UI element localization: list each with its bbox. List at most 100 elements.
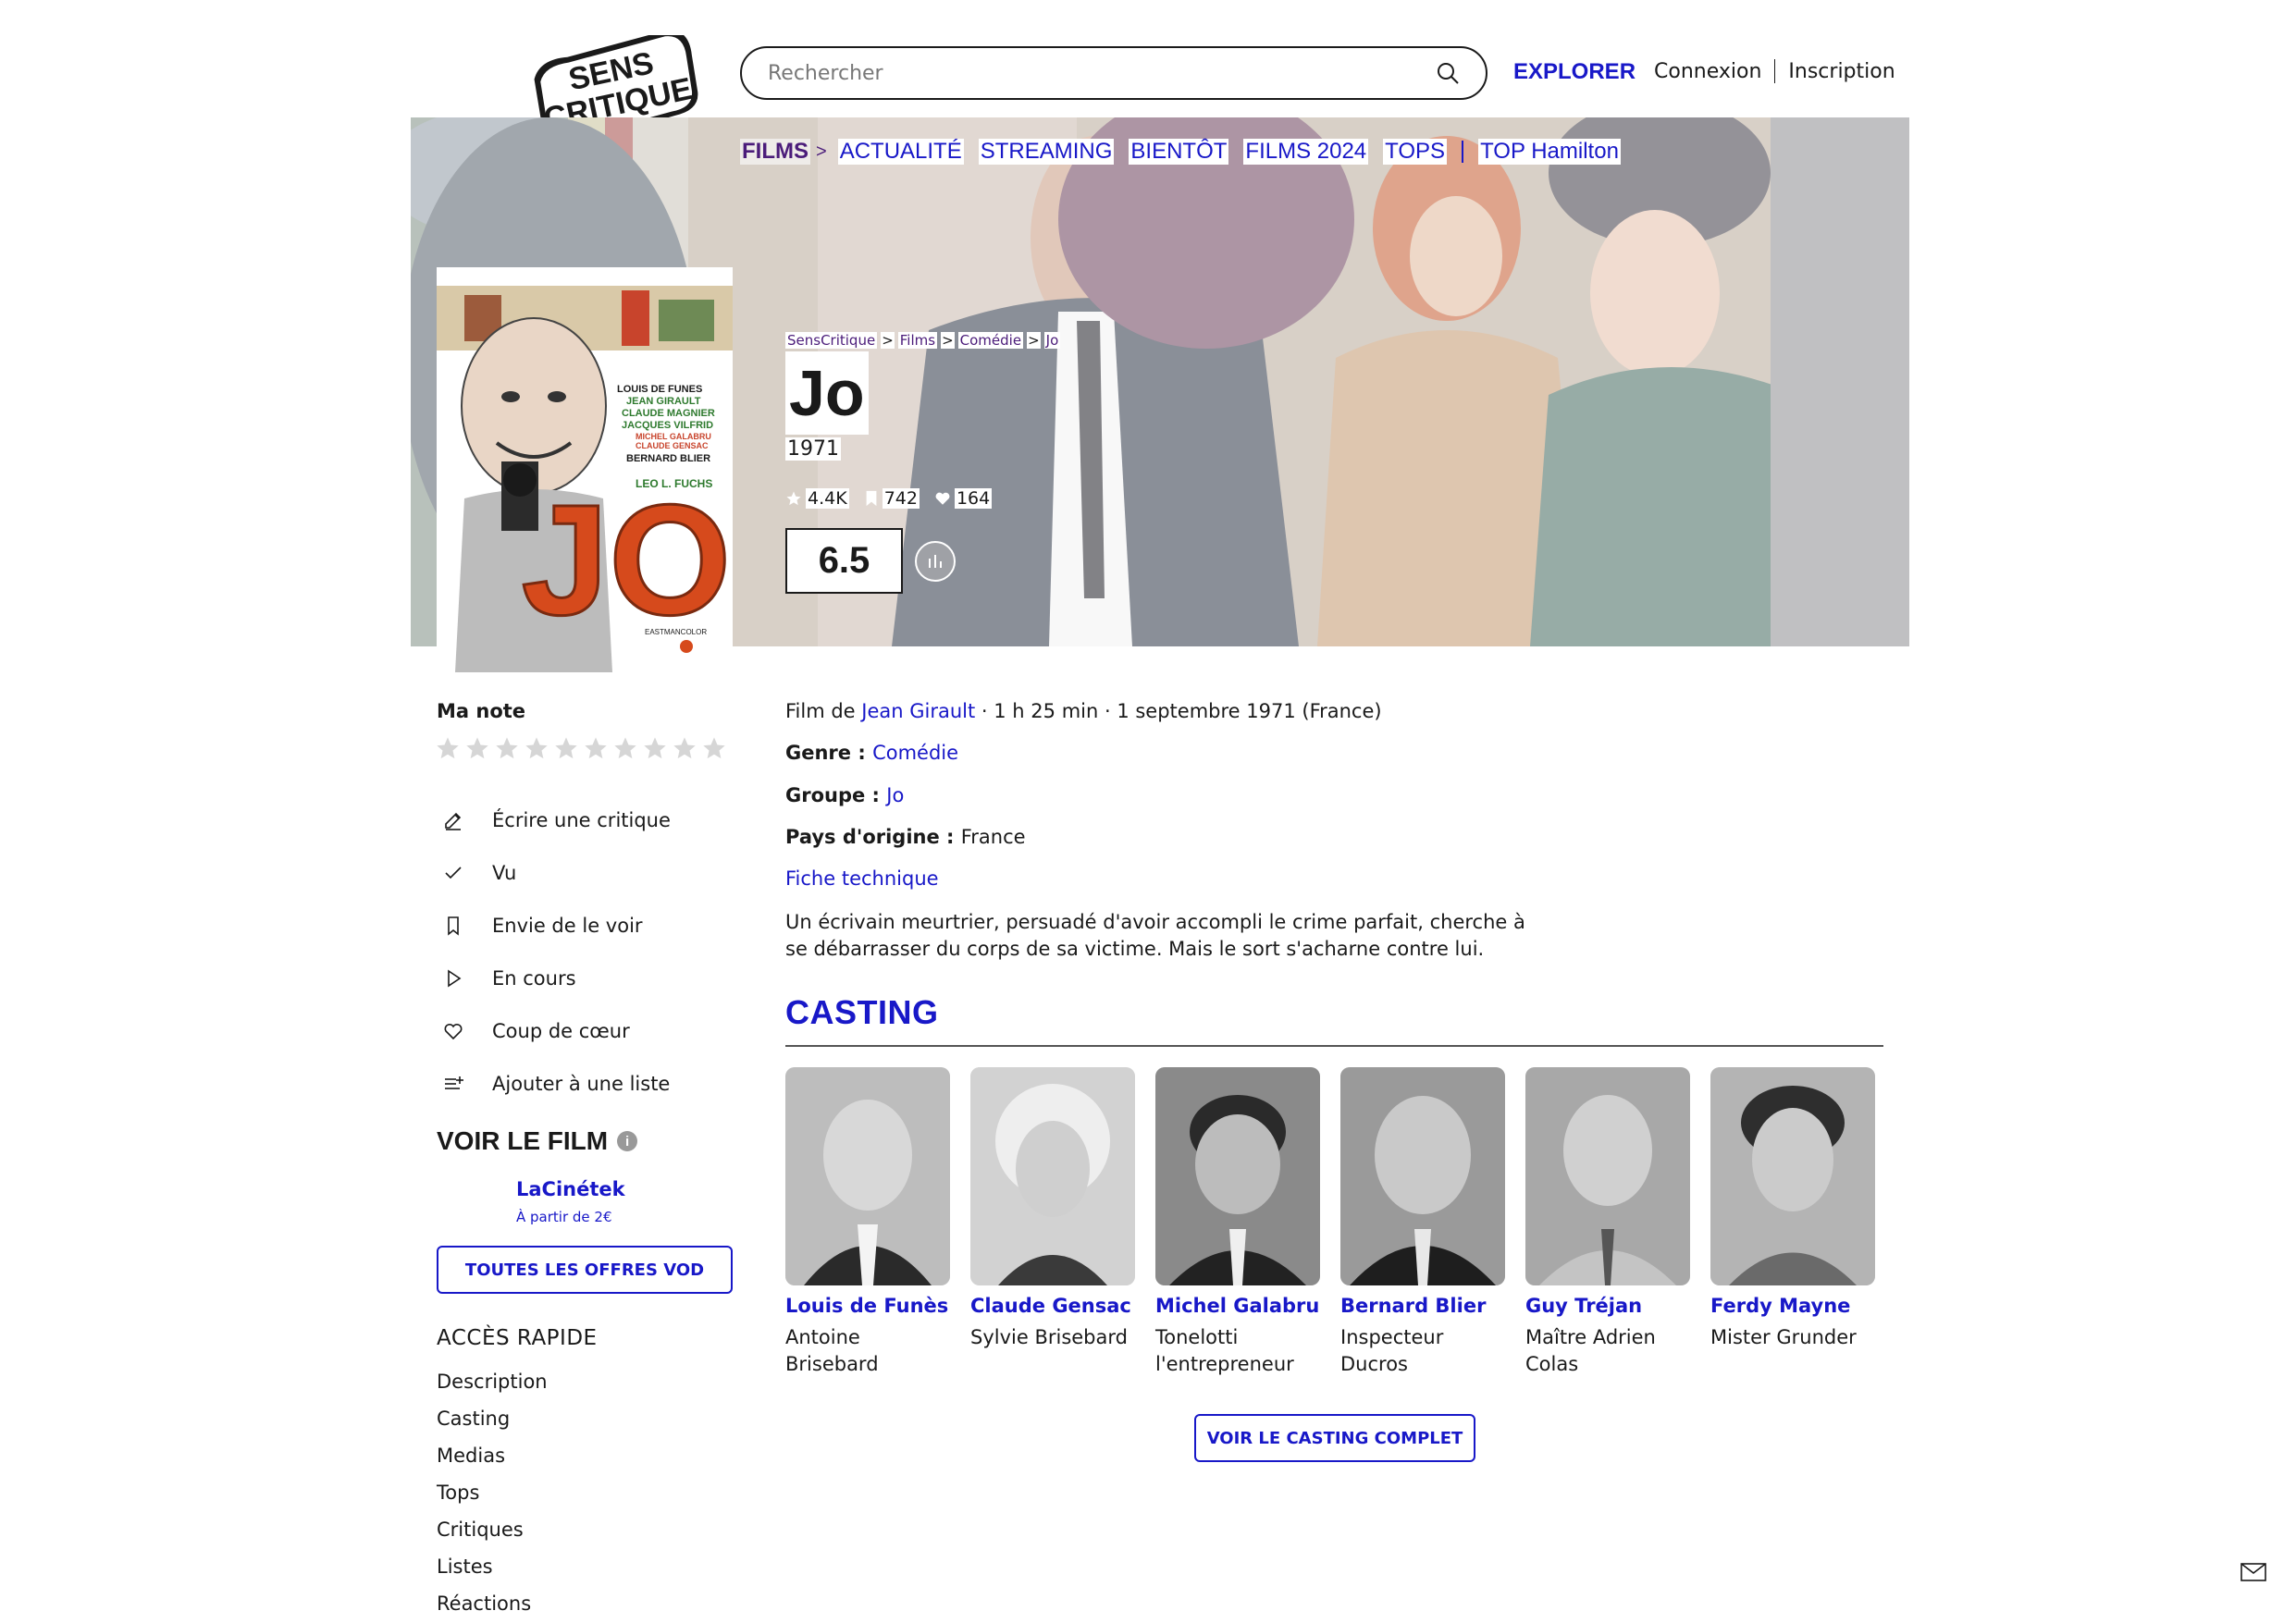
wishlist-count-value: 742 [882,488,920,509]
quick-access-tops[interactable]: Tops [437,1478,548,1515]
rating-distribution-button[interactable] [915,541,956,582]
breadcrumb-jo[interactable]: Jo [1043,332,1061,349]
actor-photo[interactable] [1525,1067,1690,1285]
subnav-tops[interactable]: TOPS [1383,139,1448,165]
action-in-progress[interactable]: En cours [442,952,671,1004]
subnav-top-hamilton[interactable]: TOP Hamilton [1478,139,1621,165]
rating-star-icon[interactable] [494,735,520,761]
quick-access-casting[interactable]: Casting [437,1404,548,1441]
rating-star-icon[interactable] [553,735,579,761]
cast-member[interactable]: Louis de Funès Antoine Brisebard [785,1067,950,1378]
action-seen[interactable]: Vu [442,846,671,899]
actor-role: Maître Adrien Colas [1525,1326,1656,1375]
actor-name[interactable]: Guy Tréjan [1525,1295,1690,1317]
breadcrumb: SensCritique > Films > Comédie > Jo [785,332,1061,349]
actor-name[interactable]: Claude Gensac [970,1295,1135,1317]
breadcrumb-separator: > [941,332,955,349]
director-link[interactable]: Jean Girault [861,700,975,722]
actor-name[interactable]: Bernard Blier [1340,1295,1505,1317]
heart-icon [442,1020,472,1042]
subnav-films-2024[interactable]: FILMS 2024 [1243,139,1369,165]
subnav-streaming[interactable]: STREAMING [978,139,1115,165]
actor-name[interactable]: Louis de Funès [785,1295,950,1317]
group-link[interactable]: Jo [886,784,904,806]
breadcrumb-comedie[interactable]: Comédie [957,332,1024,349]
rating-star-icon[interactable] [435,735,461,761]
mail-icon[interactable] [2240,1563,2266,1581]
cast-member[interactable]: Michel Galabru Tonelotti l'entrepreneur [1155,1067,1320,1378]
subnav-divider [1462,141,1464,163]
group-row: Groupe : Jo [785,784,904,806]
actor-photo[interactable] [1710,1067,1875,1285]
film-poster[interactable]: JO LOUIS DE FUNES JEAN GIRAULT CLAUDE MA… [437,267,733,672]
info-icon[interactable]: i [617,1131,638,1151]
quick-access-medias[interactable]: Medias [437,1441,548,1478]
subnav-films[interactable]: FILMS [740,139,810,165]
poster-credit-1: LOUIS DE FUNES [617,384,702,395]
cast-member[interactable]: Ferdy Mayne Mister Grunder [1710,1067,1875,1378]
quick-access-listes[interactable]: Listes [437,1552,548,1589]
rating-star-icon[interactable] [583,735,609,761]
rating-star-icon[interactable] [701,735,727,761]
cast-member[interactable]: Claude Gensac Sylvie Brisebard [970,1067,1135,1378]
poster-footer: EASTMANCOLOR [645,628,707,636]
quick-access-description[interactable]: Description [437,1367,548,1404]
action-label: Vu [492,861,517,884]
ratings-count: 4.4K [785,488,849,509]
genre-link[interactable]: Comédie [872,742,958,764]
action-label: Écrire une critique [492,808,671,831]
quick-access-reactions[interactable]: Réactions [437,1589,548,1623]
my-rating-stars[interactable] [435,735,727,761]
login-link[interactable]: Connexion [1654,60,1761,83]
technical-sheet-link[interactable]: Fiche technique [785,867,939,890]
watch-section-title: VOIR LE FILM i [437,1126,638,1156]
actor-role: Mister Grunder [1710,1326,1857,1348]
actor-photo[interactable] [970,1067,1135,1285]
subnav-bientot[interactable]: BIENTÔT [1129,139,1229,165]
auth-divider [1774,59,1776,83]
synopsis: Un écrivain meurtrier, persuadé d'avoir … [785,911,1525,960]
rating-star-icon[interactable] [672,735,697,761]
genre-label: Genre : [785,742,873,764]
country-row: Pays d'origine : France [785,826,1026,848]
bookmark-icon [866,490,877,507]
rating-star-icon[interactable] [642,735,668,761]
action-add-to-list[interactable]: Ajouter à une liste [442,1057,671,1110]
actor-name[interactable]: Ferdy Mayne [1710,1295,1875,1317]
quick-access-list: Description Casting Medias Tops Critique… [437,1367,548,1623]
breadcrumb-senscritique[interactable]: SensCritique [785,332,878,349]
all-vod-offers-button[interactable]: TOUTES LES OFFRES VOD [437,1246,733,1294]
cast-member[interactable]: Bernard Blier Inspecteur Ducros [1340,1067,1505,1378]
film-actions: Écrire une critique Vu Envie de le voir … [442,793,671,1110]
wishlist-count: 742 [864,488,920,509]
action-favorite[interactable]: Coup de cœur [442,1004,671,1057]
explorer-link[interactable]: EXPLORER [1513,59,1636,85]
rating-star-icon[interactable] [612,735,638,761]
action-write-review[interactable]: Écrire une critique [442,793,671,846]
rating-star-icon[interactable] [464,735,490,761]
breadcrumb-films[interactable]: Films [897,332,938,349]
film-stats: 4.4K 742 164 [785,488,993,509]
film-title: Jo [785,351,869,435]
quick-access-critiques[interactable]: Critiques [437,1515,548,1552]
cast-list: Louis de Funès Antoine Brisebard Claude … [785,1067,1875,1378]
actor-photo[interactable] [1155,1067,1320,1285]
search-input[interactable] [768,61,1436,85]
full-casting-button[interactable]: VOIR LE CASTING COMPLET [1194,1414,1475,1462]
vod-provider[interactable]: LaCinétek [516,1178,625,1200]
rating-star-icon[interactable] [524,735,549,761]
search-bar[interactable] [740,46,1487,100]
sub-navigation: FILMS > ACTUALITÉ STREAMING BIENTÔT FILM… [740,139,1636,165]
actor-role: Antoine Brisebard [785,1326,879,1375]
actor-role: Inspecteur Ducros [1340,1326,1444,1375]
actor-photo[interactable] [1340,1067,1505,1285]
cast-member[interactable]: Guy Tréjan Maître Adrien Colas [1525,1067,1690,1378]
action-wishlist[interactable]: Envie de le voir [442,899,671,952]
heart-icon [935,492,950,505]
actor-name[interactable]: Michel Galabru [1155,1295,1320,1317]
action-label: En cours [492,966,576,990]
subnav-actualite[interactable]: ACTUALITÉ [837,139,964,165]
actor-photo[interactable] [785,1067,950,1285]
signup-link[interactable]: Inscription [1788,60,1895,83]
search-icon[interactable] [1436,61,1460,85]
